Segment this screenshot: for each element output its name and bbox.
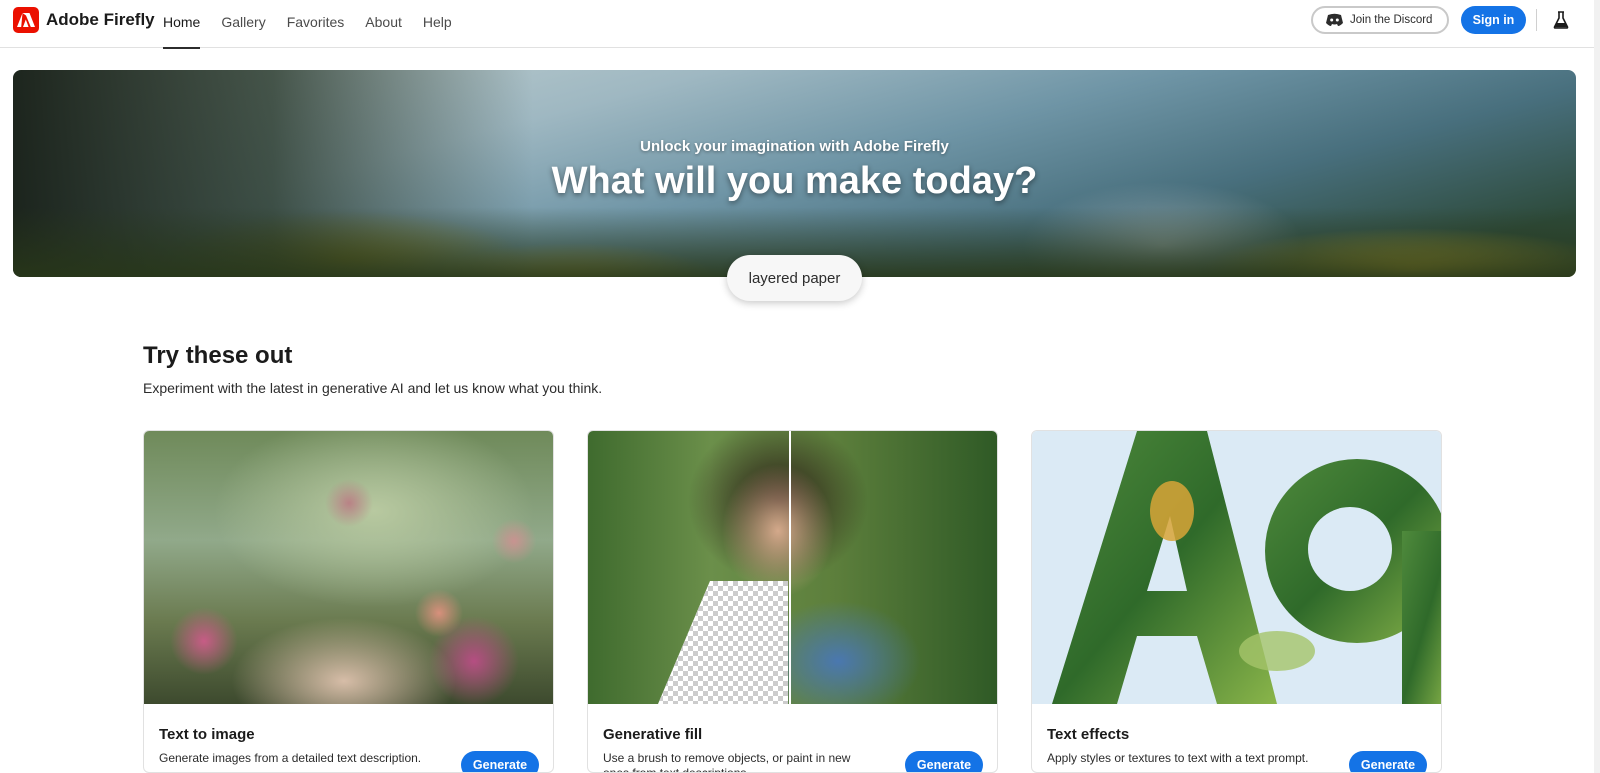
card-description: Apply styles or textures to text with a … [1047,751,1309,765]
card-generative-fill[interactable]: Generative fill Use a brush to remove ob… [587,430,998,773]
generate-button[interactable]: Generate [905,751,983,772]
section-description: Experiment with the latest in generative… [143,380,603,396]
page-scrollbar[interactable] [1594,0,1600,773]
hero-banner: Unlock your imagination with Adobe Firef… [13,70,1576,277]
nav-help[interactable]: Help [423,0,452,48]
nav-gallery[interactable]: Gallery [221,0,265,48]
leafy-letters-illustration [1052,431,1441,704]
transparency-checkerboard [658,581,788,704]
section-title: Try these out [143,342,293,369]
card-text-to-image[interactable]: Text to image Generate images from a det… [143,430,554,773]
generate-button[interactable]: Generate [1349,751,1427,772]
sign-in-button[interactable]: Sign in [1461,6,1526,34]
header-divider [1536,9,1537,31]
hero-prompt-chip[interactable]: layered paper [727,255,862,301]
hero-title: What will you make today? [551,160,1038,202]
card-description: Generate images from a detailed text des… [159,751,422,765]
before-after-divider [789,431,791,704]
join-discord-label: Join the Discord [1350,14,1433,26]
join-discord-button[interactable]: Join the Discord [1311,6,1449,34]
generate-button[interactable]: Generate [461,751,539,772]
adobe-logo-icon[interactable] [13,7,39,33]
card-image-generative-fill[interactable] [588,431,997,704]
hero-subtitle: Unlock your imagination with Adobe Firef… [640,138,949,155]
card-title: Text effects [1047,726,1130,743]
card-title: Text to image [159,726,255,743]
nav-favorites[interactable]: Favorites [287,0,345,48]
labs-flask-icon[interactable] [1553,11,1569,29]
card-image-text-to-image[interactable] [144,431,553,704]
discord-icon [1325,13,1344,27]
card-description: Use a brush to remove objects, or paint … [603,751,851,773]
nav-home[interactable]: Home [163,0,201,49]
nav-about[interactable]: About [365,0,402,48]
card-image-text-effects[interactable] [1032,431,1441,704]
main-nav: Home Gallery Favorites About Help [163,0,473,49]
top-navigation-bar: Adobe Firefly Home Gallery Favorites Abo… [0,0,1600,49]
card-title: Generative fill [603,726,703,743]
app-name[interactable]: Adobe Firefly [46,10,155,30]
card-text-effects[interactable]: Text effects Apply styles or textures to… [1031,430,1442,773]
